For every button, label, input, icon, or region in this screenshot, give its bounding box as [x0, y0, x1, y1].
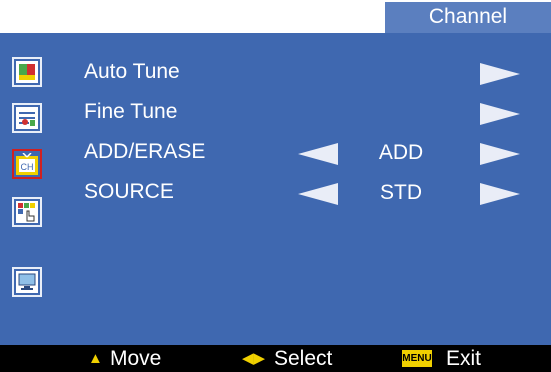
left-arrow-icon[interactable] — [298, 143, 338, 165]
osd-menu: Channel CH Auto Tune Fine Tune ADD/ERASE… — [0, 0, 551, 372]
menu-row-fine-tune[interactable]: Fine Tune — [0, 95, 551, 131]
menu-row-add-erase[interactable]: ADD/ERASE ADD — [0, 135, 551, 171]
menu-row-label: SOURCE — [84, 180, 174, 203]
right-arrow-icon[interactable] — [480, 183, 520, 205]
right-arrow-icon[interactable] — [480, 63, 520, 85]
menu-row-auto-tune[interactable]: Auto Tune — [0, 55, 551, 91]
right-arrow-icon[interactable] — [480, 103, 520, 125]
menu-row-label: ADD/ERASE — [84, 140, 206, 163]
menu-row-value: ADD — [378, 141, 424, 164]
exit-label: Exit — [446, 347, 482, 370]
left-right-arrow-icon: ◀▶ — [242, 350, 266, 367]
display-icon — [16, 271, 38, 293]
menu-key-icon: MENU — [402, 350, 432, 367]
menu-row-source[interactable]: SOURCE STD — [0, 175, 551, 211]
menu-panel: CH Auto Tune Fine Tune ADD/ERASE ADD SOU… — [0, 33, 551, 345]
select-label: Select — [274, 347, 333, 370]
move-label: Move — [110, 347, 162, 370]
left-arrow-icon[interactable] — [298, 183, 338, 205]
menu-title: Channel — [385, 2, 551, 33]
up-down-arrow-icon: ▲︎ — [88, 350, 103, 367]
menu-row-value: STD — [380, 181, 422, 204]
top-bar: Channel — [0, 0, 551, 33]
menu-row-label: Fine Tune — [84, 100, 178, 123]
footer-hint-bar: ▲︎ Move ◀▶ Select MENU Exit — [0, 345, 551, 372]
sidebar-item-display[interactable] — [12, 267, 42, 297]
menu-row-label: Auto Tune — [84, 60, 180, 83]
right-arrow-icon[interactable] — [480, 143, 520, 165]
